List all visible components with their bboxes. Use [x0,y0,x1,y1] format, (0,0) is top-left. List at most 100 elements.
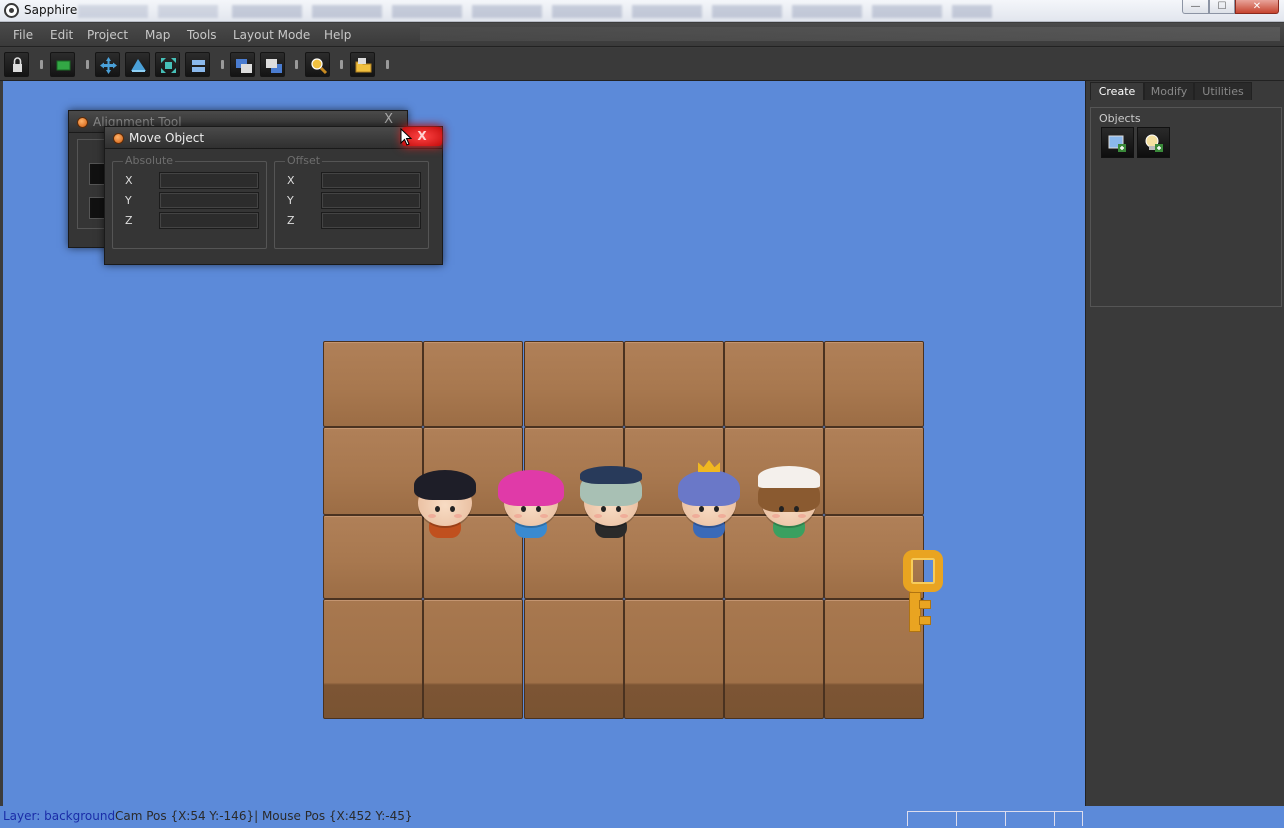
panel-status-icon [113,133,124,144]
minimize-button[interactable]: — [1182,0,1209,14]
menu-help[interactable]: Help [324,28,351,42]
add-light-object-button[interactable] [1137,127,1170,158]
tile[interactable] [524,599,624,719]
offset-y-field[interactable] [321,192,421,209]
send-backward-icon [266,59,282,73]
offset-z-label: Z [287,214,295,227]
toolbar [0,48,1284,81]
objects-legend: Objects [1099,112,1141,125]
status-layer: Layer: background [3,809,116,823]
zoom-icon [311,58,328,75]
tile[interactable] [323,599,423,719]
menu-tools[interactable]: Tools [187,28,217,42]
move-object-title: Move Object [129,131,205,145]
absolute-z-field[interactable] [159,212,259,229]
close-window-button[interactable]: ✕ [1235,0,1279,14]
tile[interactable] [323,341,423,427]
move-button[interactable] [95,52,120,77]
add-image-object-button[interactable] [1101,127,1134,158]
add-light-object-icon [1145,134,1163,152]
move-icon [100,57,117,74]
character-cat-hat-girl[interactable] [754,462,824,542]
zoom-button[interactable] [305,52,330,77]
rotate-button[interactable] [125,52,150,77]
scale-button[interactable] [155,52,180,77]
mouse-cursor-icon [400,128,412,146]
tile[interactable] [724,599,824,719]
character-dark-hair-boy[interactable] [410,466,480,546]
move-object-panel[interactable]: Move Object X Absolute X Y Z Offset X Y … [104,126,443,265]
tile[interactable] [624,341,724,427]
align-option-button[interactable] [89,163,105,185]
add-image-object-icon [1108,135,1126,152]
tile[interactable] [724,341,824,427]
bring-forward-button[interactable] [230,52,255,77]
tile[interactable] [624,599,724,719]
absolute-y-field[interactable] [159,192,259,209]
menu-bar: File Edit Project Map Tools Layout Mode … [0,23,1284,47]
absolute-x-field[interactable] [159,172,259,189]
offset-group: Offset X Y Z [274,154,429,249]
title-bar: Sapphire — ☐ ✕ [0,0,1284,22]
move-object-titlebar[interactable]: Move Object [105,127,442,149]
alignment-tool-close-button[interactable]: X [384,112,393,127]
character-silver-hair-pirate[interactable] [576,466,646,546]
golden-key[interactable] [897,548,947,636]
folder-icon [355,58,372,73]
absolute-z-label: Z [125,214,133,227]
bring-forward-icon [236,59,252,73]
lock-button[interactable] [4,52,29,77]
tile[interactable] [524,341,624,427]
tile[interactable] [423,341,523,427]
window-title: Sapphire [24,3,78,17]
rotate-icon [131,59,146,72]
tile[interactable] [323,427,423,515]
menu-edit[interactable]: Edit [50,28,73,42]
properties-dock: Create Modify Utilities Objects [1085,81,1284,828]
status-positions: Cam Pos {X:54 Y:-146}| Mouse Pos {X:452 … [115,809,413,823]
blurred-taskbar-area [78,5,218,18]
offset-x-field[interactable] [321,172,421,189]
tab-utilities[interactable]: Utilities [1194,82,1252,100]
tile[interactable] [323,515,423,599]
character-crowned-prince[interactable] [674,460,744,540]
tab-create[interactable]: Create [1090,82,1144,100]
status-bar: Layer: background Cam Pos {X:54 Y:-146}|… [0,806,1284,828]
tile[interactable] [824,427,924,515]
tile[interactable] [824,341,924,427]
align-option-button[interactable] [89,197,105,219]
app-window: Sapphire — ☐ ✕ File Edit Project Map Too… [0,0,1284,828]
menu-bar-blur [420,27,1280,41]
maximize-button[interactable]: ☐ [1209,0,1235,14]
offset-z-field[interactable] [321,212,421,229]
absolute-group: Absolute X Y Z [112,154,267,249]
layer-icon [56,60,71,71]
align-button[interactable] [185,52,210,77]
layer-button[interactable] [50,52,75,77]
lock-icon [13,57,22,72]
menu-map[interactable]: Map [145,28,170,42]
absolute-legend: Absolute [123,154,176,167]
tab-modify[interactable]: Modify [1144,82,1194,100]
send-backward-button[interactable] [260,52,285,77]
menu-file[interactable]: File [13,28,33,42]
panel-status-icon [77,117,88,128]
scale-icon [161,58,176,73]
absolute-x-label: X [125,174,133,187]
status-panes [907,811,1083,826]
toolbar-separator [221,60,224,69]
menu-layout-mode[interactable]: Layout Mode [233,28,310,42]
offset-x-label: X [287,174,295,187]
folder-button[interactable] [350,52,375,77]
sapphire-app-icon [4,3,19,18]
toolbar-separator [340,60,343,69]
align-icon [192,60,205,72]
offset-y-label: Y [287,194,294,207]
toolbar-separator [40,60,43,69]
tile[interactable] [423,599,523,719]
toolbar-separator [386,60,389,69]
menu-project[interactable]: Project [87,28,128,42]
toolbar-separator [86,60,89,69]
absolute-y-label: Y [125,194,132,207]
character-pink-hair-girl[interactable] [496,466,566,546]
